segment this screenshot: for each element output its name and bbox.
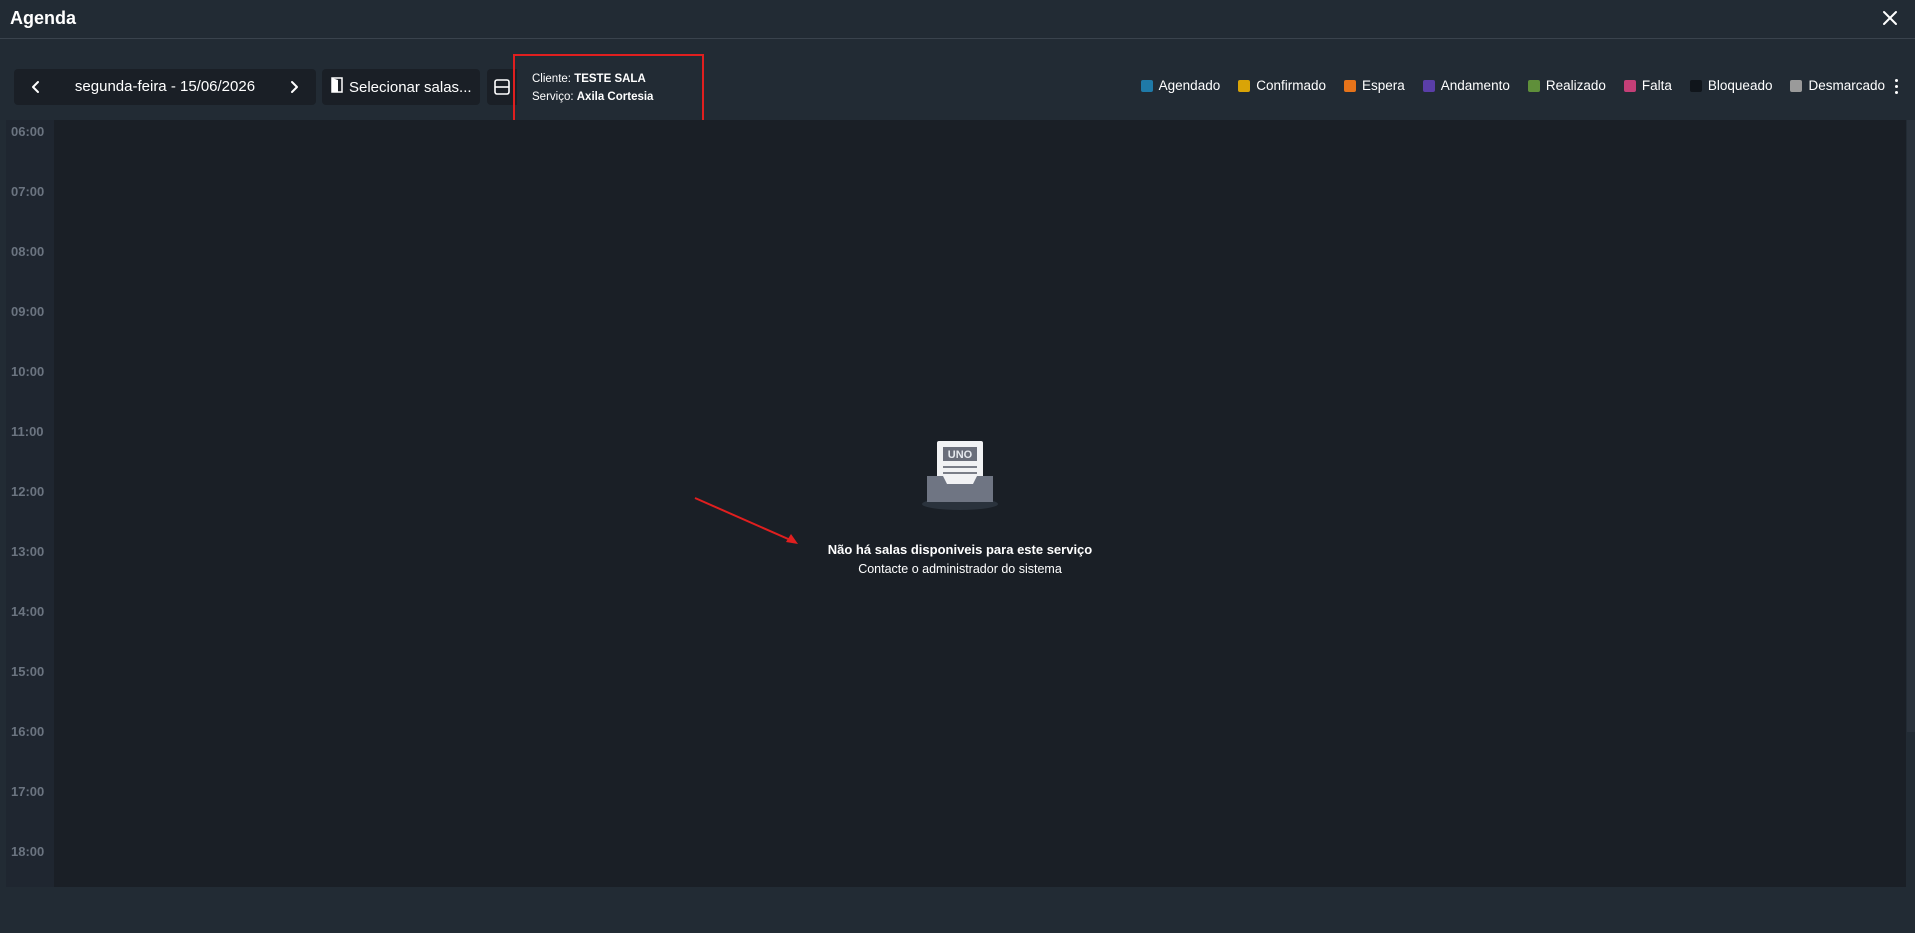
legend-swatch: [1623, 79, 1636, 92]
legend-item: Andamento: [1422, 78, 1510, 93]
chevron-left-icon[interactable]: [18, 69, 54, 105]
legend-swatch: [1140, 79, 1153, 92]
modal-title: Agenda: [10, 8, 77, 28]
legend-label: Desmarcado: [1808, 78, 1885, 93]
legend-label: Bloqueado: [1707, 78, 1773, 93]
time-label: 10:00: [11, 364, 45, 379]
select-rooms-button[interactable]: Selecionar salas...: [322, 69, 480, 105]
legend-item: Desmarcado: [1790, 78, 1885, 93]
legend-label: Falta: [1641, 78, 1672, 93]
time-label: 09:00: [11, 304, 45, 319]
time-label: 16:00: [11, 724, 45, 739]
legend-item: Bloqueado: [1689, 78, 1773, 93]
door-icon: [330, 76, 344, 98]
service-label: Serviço:: [532, 91, 577, 103]
service-value: Axila Cortesia: [576, 91, 654, 103]
chevron-right-icon[interactable]: [276, 69, 312, 105]
time-label: 15:00: [11, 664, 45, 679]
status-legend: Agendado Confirmado Espera Andamento Realiza…: [1123, 78, 1885, 93]
legend-label: Realizado: [1545, 78, 1606, 93]
time-label: 11:00: [11, 424, 44, 439]
legend-item: Confirmado: [1238, 78, 1326, 93]
more-options-icon[interactable]: [1889, 76, 1903, 96]
current-date[interactable]: segunda-feira - 15/06/2026: [54, 69, 276, 105]
legend-item: Agendado: [1140, 78, 1221, 93]
time-label: 14:00: [11, 604, 45, 619]
legend-swatch: [1790, 79, 1803, 92]
time-label: 06:00: [11, 124, 45, 139]
client-info: Cliente: TESTE SALA: [532, 70, 702, 88]
empty-state-subtitle: Contacte o administrador do sistema: [858, 562, 1062, 576]
client-label: Cliente:: [532, 73, 575, 85]
empty-state-title: Não há salas disponiveis para este servi…: [827, 542, 1093, 557]
time-label: 08:00: [11, 244, 45, 259]
client-value: TESTE SALA: [574, 73, 646, 85]
layout-icon: [494, 79, 510, 95]
scrollbar[interactable]: [1907, 120, 1915, 732]
legend-swatch: [1527, 79, 1540, 92]
legend-label: Confirmado: [1256, 78, 1326, 93]
legend-swatch: [1422, 79, 1435, 92]
time-column: 06:00 07:00 08:00 09:00 10:00 11:00 12:00 13:00…: [6, 120, 54, 887]
legend-swatch: [1344, 79, 1356, 92]
legend-swatch: [1238, 79, 1251, 92]
toolbar: segunda-feira - 15/06/2026 Selecionar sa…: [0, 54, 1915, 146]
service-info: Serviço: Axila Cortesia: [532, 88, 702, 106]
time-label: 13:00: [11, 544, 45, 559]
legend-swatch: [1689, 79, 1702, 92]
legend-label: Andamento: [1440, 78, 1510, 93]
select-rooms-label: Selecionar salas...: [349, 78, 472, 96]
legend-item: Falta: [1623, 78, 1672, 93]
time-label: 12:00: [11, 484, 45, 499]
time-label: 17:00: [11, 784, 45, 799]
time-label: 18:00: [11, 844, 45, 859]
agenda-modal: Agenda segunda-feira - 15/06/2026 Seleci…: [0, 0, 1915, 933]
legend-label: Agendado: [1158, 78, 1221, 93]
legend-item: Realizado: [1527, 78, 1606, 93]
modal-header: Agenda: [0, 0, 1915, 39]
legend-label: Espera: [1362, 78, 1405, 93]
time-label: 07:00: [11, 184, 45, 199]
empty-inbox-icon: UNO: [915, 436, 1005, 516]
close-icon[interactable]: [1879, 7, 1901, 29]
empty-icon-text: UNO: [948, 449, 973, 461]
legend-item: Espera: [1344, 78, 1405, 93]
date-navigator: segunda-feira - 15/06/2026: [14, 69, 316, 105]
empty-state: UNO Não há salas disponiveis para este s…: [790, 436, 1130, 576]
